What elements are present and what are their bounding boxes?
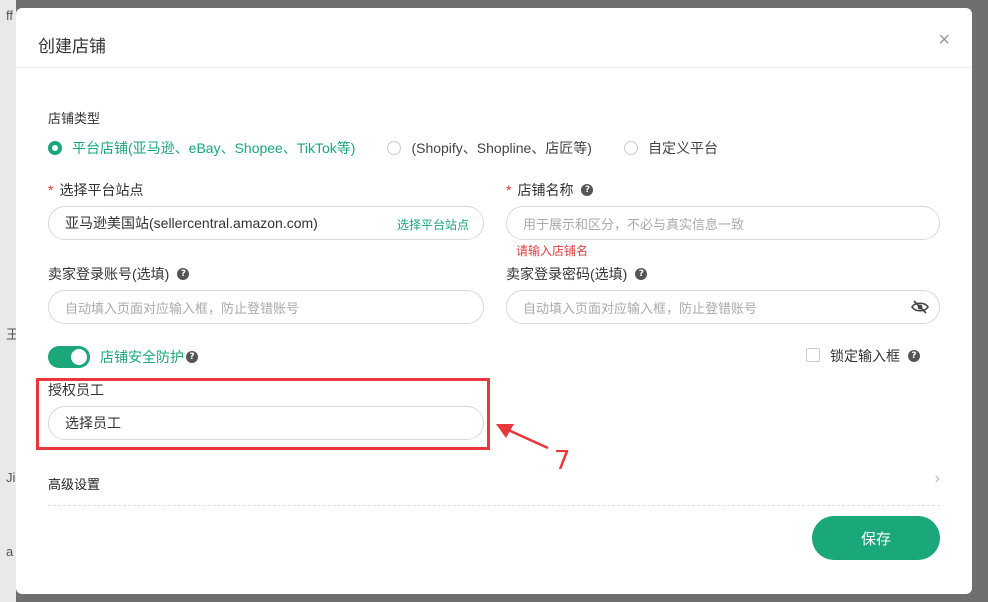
annotation-highlight-box (36, 378, 490, 450)
background-text: Ji (6, 470, 16, 485)
advanced-settings-row[interactable]: 高级设置 › (48, 470, 940, 506)
seller-account-label-text: 卖家登录账号(选填) (48, 266, 170, 282)
platform-site-label: * 选择平台站点 (48, 180, 143, 200)
platform-site-value: 亚马逊美国站(sellercentral.amazon.com) (65, 215, 318, 231)
close-icon[interactable]: × (938, 30, 950, 50)
help-icon[interactable]: ? (635, 268, 648, 280)
lock-input-label: 锁定输入框 ? (830, 346, 920, 366)
save-button[interactable]: 保存 (812, 516, 940, 560)
seller-password-placeholder: 自动填入页面对应输入框，防止登错账号 (523, 300, 758, 316)
radio-independent-store[interactable]: (Shopify、Shopline、店匠等) (387, 138, 592, 158)
security-toggle-label: 店铺安全防护 ? (100, 347, 198, 367)
background-text: a (6, 544, 14, 559)
platform-site-label-text: 选择平台站点 (59, 182, 144, 198)
required-mark: * (506, 182, 512, 198)
advanced-settings-label: 高级设置 (48, 477, 101, 492)
required-mark: * (48, 182, 54, 198)
help-icon[interactable]: ? (186, 351, 198, 363)
store-name-label: * 店铺名称 ? (506, 180, 594, 200)
seller-password-input[interactable]: 自动填入页面对应输入框，防止登错账号 (506, 290, 940, 324)
store-type-radio-group: 平台店铺(亚马逊、eBay、Shopee、TikTok等) (Shopify、S… (48, 138, 750, 158)
dialog-title: 创建店铺 (38, 37, 106, 56)
store-name-placeholder: 用于展示和区分，不必与真实信息一致 (523, 216, 745, 232)
lock-input-checkbox[interactable] (806, 348, 820, 362)
store-name-error: 请输入店铺名 (516, 244, 589, 258)
background-page: ff 王 Ji a (0, 0, 19, 602)
radio-platform-store[interactable]: 平台店铺(亚马逊、eBay、Shopee、TikTok等) (48, 138, 355, 158)
seller-password-label: 卖家登录密码(选填) ? (506, 264, 648, 284)
help-icon[interactable]: ? (581, 184, 594, 196)
seller-password-label-text: 卖家登录密码(选填) (506, 266, 628, 282)
radio-label: (Shopify、Shopline、店匠等) (411, 140, 592, 156)
toggle-knob (71, 349, 87, 365)
chevron-right-icon: › (934, 470, 940, 487)
platform-site-input[interactable]: 亚马逊美国站(sellercentral.amazon.com) 选择平台站点 (48, 206, 484, 240)
help-icon[interactable]: ? (177, 268, 190, 280)
dialog-header: 创建店铺 × (16, 8, 972, 68)
radio-label: 平台店铺(亚马逊、eBay、Shopee、TikTok等) (72, 140, 356, 156)
eye-off-icon[interactable] (911, 300, 929, 314)
store-name-input[interactable]: 用于展示和区分，不必与真实信息一致 (506, 206, 940, 240)
lock-input-label-text: 锁定输入框 (830, 348, 900, 364)
annotation-arrow-icon (496, 424, 549, 450)
radio-indicator (387, 141, 402, 155)
radio-label: 自定义平台 (647, 140, 718, 156)
seller-account-placeholder: 自动填入页面对应输入框，防止登错账号 (65, 300, 300, 316)
radio-indicator (623, 141, 638, 155)
seller-account-label: 卖家登录账号(选填) ? (48, 264, 190, 284)
select-platform-site-link[interactable]: 选择平台站点 (397, 216, 469, 233)
create-store-dialog: 创建店铺 × 店铺类型 平台店铺(亚马逊、eBay、Shopee、TikTok等… (16, 8, 972, 594)
radio-indicator (48, 141, 62, 155)
help-icon[interactable]: ? (908, 350, 920, 362)
security-toggle[interactable] (48, 346, 90, 368)
radio-custom-platform[interactable]: 自定义平台 (623, 138, 718, 158)
store-type-label: 店铺类型 (48, 111, 101, 126)
security-toggle-label-text: 店铺安全防护 (100, 349, 184, 365)
seller-account-input[interactable]: 自动填入页面对应输入框，防止登错账号 (48, 290, 484, 324)
store-name-label-text: 店铺名称 (517, 182, 574, 198)
background-text: ff (6, 8, 13, 23)
